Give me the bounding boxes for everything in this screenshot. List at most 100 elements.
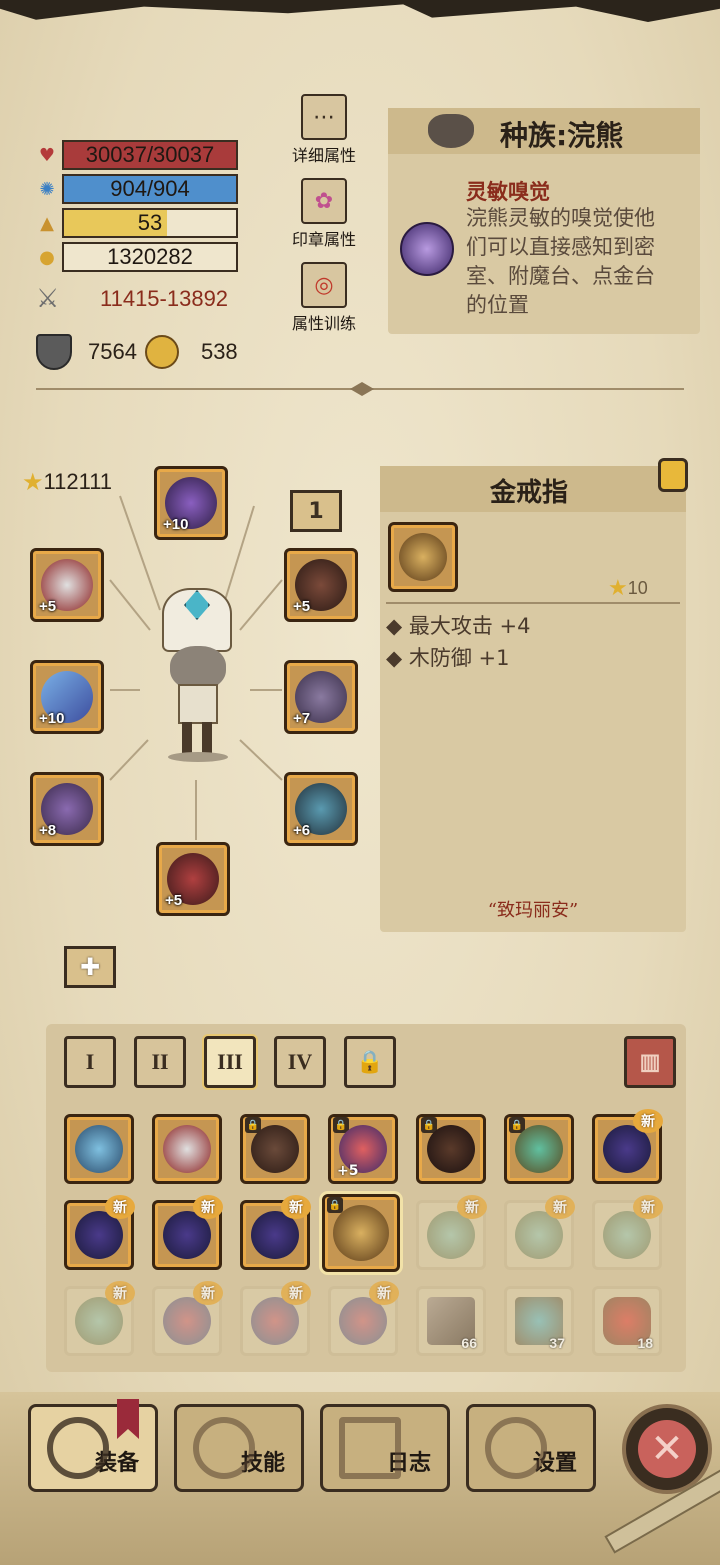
- item-name: 金戒指: [490, 478, 569, 508]
- bookmark-icon: [117, 1399, 139, 1439]
- new-badge: 新: [633, 1109, 663, 1133]
- inventory-item[interactable]: 新: [152, 1281, 223, 1356]
- inventory-item[interactable]: 新: [416, 1195, 487, 1270]
- item-attr-text: 最大攻击 +4: [408, 614, 531, 638]
- nav-equipment-button[interactable]: 装备: [28, 1399, 158, 1492]
- nav-settings-button[interactable]: 设置: [466, 1404, 596, 1492]
- armor-plus: +6: [293, 822, 311, 839]
- potion-item[interactable]: 18: [592, 1286, 662, 1356]
- item-star-count: 10: [627, 578, 648, 598]
- tab-label: II: [151, 1049, 169, 1074]
- inventory-item[interactable]: 新: [592, 1195, 663, 1270]
- magic-wand-icon: [144, 335, 179, 369]
- inventory-item[interactable]: 新: [152, 1195, 223, 1270]
- inventory-item[interactable]: 新: [504, 1195, 575, 1270]
- detail-attributes-label: 详细属性: [291, 146, 356, 165]
- tab-page-2[interactable]: II: [134, 1036, 186, 1088]
- gear-icon: [485, 1417, 547, 1479]
- journal-icon: [339, 1417, 401, 1479]
- new-badge: 新: [281, 1281, 311, 1305]
- boots-slot[interactable]: +5: [156, 842, 230, 916]
- seal-attributes-button[interactable]: ✿ 印章属性: [286, 178, 362, 250]
- pickaxe-item[interactable]: 66: [416, 1286, 486, 1356]
- map-scroll-item[interactable]: 37: [504, 1286, 574, 1356]
- item-attr: ◆ 木防御 +1: [386, 646, 510, 670]
- inventory-item[interactable]: 新: [64, 1195, 135, 1270]
- raccoon-icon: [428, 114, 474, 148]
- inventory-item[interactable]: 新: [240, 1195, 311, 1270]
- plus-cross-icon: ✚: [79, 953, 101, 981]
- mana-icon: ✺: [39, 178, 55, 200]
- hp-row: ♥ 30037/30037: [36, 140, 238, 170]
- inventory-item[interactable]: 🔒: [504, 1114, 574, 1184]
- item-count: 66: [461, 1335, 477, 1351]
- helmet-slot[interactable]: +10: [154, 466, 228, 540]
- lock-icon: 🔒: [327, 1197, 343, 1213]
- attribute-training-button[interactable]: ◎ 属性训练: [286, 262, 362, 334]
- defense-value: 7564: [88, 339, 137, 364]
- seal-icon: ✿: [301, 178, 347, 224]
- dots-icon: ⋯: [301, 94, 347, 140]
- gold-row: ● 1320282: [36, 242, 238, 272]
- trash-button[interactable]: ▥: [624, 1036, 676, 1088]
- gold-icon: ●: [39, 246, 55, 268]
- inventory-item[interactable]: 新: [328, 1281, 399, 1356]
- weapon-slot[interactable]: +10: [30, 660, 104, 734]
- armor-slot[interactable]: +6: [284, 772, 358, 846]
- new-badge: 新: [633, 1195, 663, 1219]
- mp-value: 904/904: [110, 176, 190, 201]
- new-badge: 新: [369, 1281, 399, 1305]
- attack-row: ⚔ 11415-13892: [36, 284, 228, 314]
- inventory-item[interactable]: 🔒: [240, 1114, 310, 1184]
- hp-bar: 30037/30037: [62, 140, 238, 170]
- inventory-item[interactable]: 🔒 +5: [328, 1114, 398, 1184]
- inventory-item[interactable]: 新: [240, 1281, 311, 1356]
- amulet-plus: +5: [39, 598, 57, 615]
- new-badge: 新: [457, 1195, 487, 1219]
- inventory-item[interactable]: 🔒: [416, 1114, 486, 1184]
- tab-page-3[interactable]: III: [204, 1036, 256, 1088]
- inventory-item[interactable]: [152, 1114, 222, 1184]
- new-badge: 新: [545, 1195, 575, 1219]
- helmet-plus: +10: [163, 516, 189, 533]
- page-badge[interactable]: 1: [290, 490, 342, 532]
- tab-page-1[interactable]: I: [64, 1036, 116, 1088]
- shoulder-slot[interactable]: +7: [284, 660, 358, 734]
- level-icon: ▲: [40, 212, 54, 234]
- new-badge: 新: [105, 1281, 135, 1305]
- attribute-training-label: 属性训练: [291, 314, 356, 333]
- ring-slot[interactable]: +5: [284, 548, 358, 622]
- inventory-item[interactable]: [64, 1114, 134, 1184]
- lock-icon[interactable]: [658, 458, 688, 492]
- item-detail-panel: 金戒指 ★ 10 ◆ 最大攻击 +4 ◆ 木防御 +1 “致玛丽安”: [380, 458, 688, 932]
- trait-desc-line: 浣熊灵敏的嗅觉使他: [466, 206, 655, 230]
- detail-attributes-button[interactable]: ⋯ 详细属性: [286, 94, 362, 166]
- boots-plus: +5: [165, 892, 183, 909]
- tab-locked[interactable]: 🔒: [344, 1036, 396, 1088]
- page-badge-number: 1: [308, 498, 324, 524]
- nav-log-button[interactable]: 日志: [320, 1404, 450, 1492]
- star-icon: ★: [608, 576, 628, 601]
- mp-bar: 904/904: [62, 174, 238, 204]
- dpad-button[interactable]: ✚: [64, 946, 116, 988]
- tab-page-4[interactable]: IV: [274, 1036, 326, 1088]
- trait-desc-line: 的位置: [466, 293, 529, 317]
- amulet-slot[interactable]: +5: [30, 548, 104, 622]
- ring-plus: +5: [293, 598, 311, 615]
- inventory-item[interactable]: 新: [64, 1281, 135, 1356]
- level-value: 53: [137, 210, 163, 235]
- mp-row: ✺ 904/904: [36, 174, 238, 204]
- raccoon-character: [140, 588, 250, 764]
- gloves-slot[interactable]: +8: [30, 772, 104, 846]
- trait-name: 灵敏嗅觉: [466, 180, 550, 204]
- trait-description: 浣熊灵敏的嗅觉使他 们可以直接感知到密 室、附魔台、点金台 的位置: [466, 204, 692, 320]
- new-badge: 新: [281, 1195, 311, 1219]
- inventory-item-selected[interactable]: 🔒: [322, 1194, 400, 1272]
- inventory-item[interactable]: 新: [592, 1109, 663, 1184]
- nav-skills-button[interactable]: 技能: [174, 1404, 304, 1492]
- new-badge: 新: [193, 1195, 223, 1219]
- close-icon: ✕: [638, 1420, 696, 1478]
- padlock-icon: 🔒: [356, 1049, 384, 1074]
- gold-bar: 1320282: [62, 242, 238, 272]
- gold-value: 1320282: [107, 244, 193, 269]
